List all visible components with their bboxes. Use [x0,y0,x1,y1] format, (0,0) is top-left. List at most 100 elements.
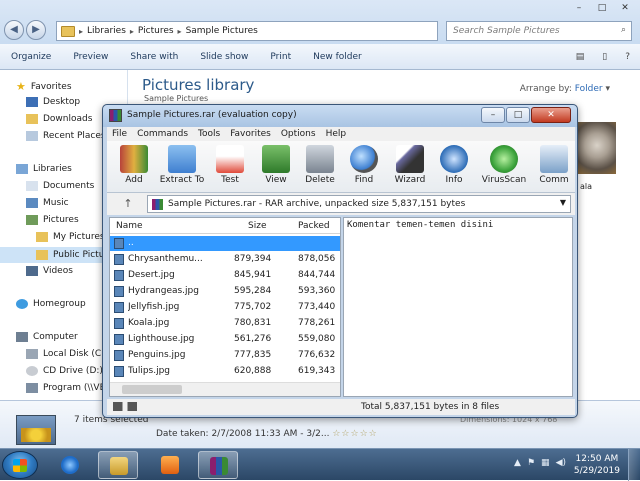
book-icon [262,145,290,173]
nav-my-pictures[interactable]: My Pictures [36,232,105,242]
maximize-button[interactable]: □ [506,107,530,123]
clock[interactable]: 12:50 AM 5/29/2019 [574,453,620,477]
column-size[interactable]: Size [248,221,266,231]
row-packed: 778,261 [298,318,336,328]
back-button[interactable]: ◀ [4,20,24,40]
minimize-button[interactable]: – [568,1,590,15]
table-row[interactable]: Hydrangeas.jpg 595,284 593,360 [110,284,340,299]
new-folder-button[interactable]: New folder [302,52,373,62]
koala-thumbnail[interactable] [578,122,616,174]
taskbar-ie[interactable] [50,451,90,479]
cd-icon [26,366,38,376]
add-button[interactable]: Add [111,143,157,191]
arrange-by[interactable]: Arrange by: Folder ▾ [520,84,610,94]
scrollbar-thumb[interactable] [122,385,182,394]
nav-local-disk[interactable]: Local Disk (C:) [26,349,108,359]
nav-favorites[interactable]: ★ Favorites [16,80,72,93]
column-name[interactable]: Name [116,221,143,231]
search-icon[interactable]: ⌕ [621,25,626,35]
menu-help[interactable]: Help [321,129,352,139]
delete-button[interactable]: Delete [297,143,343,191]
nav-videos[interactable]: Videos [26,266,73,276]
table-row[interactable]: Koala.jpg 780,831 778,261 [110,316,340,331]
maximize-button[interactable]: □ [591,1,613,15]
chevron-right-icon: ▸ [129,26,134,36]
preview-button[interactable]: Preview [62,52,119,62]
nav-computer[interactable]: Computer [16,332,78,342]
rating-stars[interactable]: ☆☆☆☆☆ [332,429,377,439]
nav-libraries[interactable]: Libraries [16,164,72,174]
table-row[interactable]: Tulips.jpg 620,888 619,343 [110,364,340,379]
table-row[interactable]: .. [110,236,340,251]
extract-to-button[interactable]: Extract To [159,143,205,191]
menu-favorites[interactable]: Favorites [225,129,276,139]
preview-pane-icon[interactable]: ▯ [602,52,607,62]
menu-tools[interactable]: Tools [193,129,225,139]
view-options-icon[interactable]: ▤ [576,52,585,62]
row-packed: 878,056 [298,254,336,264]
start-button[interactable] [2,451,38,479]
table-row[interactable]: Jellyfish.jpg 775,702 773,440 [110,300,340,315]
search-input[interactable]: Search Sample Pictures ⌕ [446,21,632,41]
wizard-button[interactable]: Wizard [387,143,433,191]
nav-documents[interactable]: Documents [26,181,94,191]
column-packed[interactable]: Packed [298,221,330,231]
nav-label: Downloads [43,114,93,124]
row-size: 780,831 [234,318,272,328]
taskbar-explorer[interactable] [98,451,138,479]
comment-button[interactable]: Comm [531,143,575,191]
breadcrumb-pictures[interactable]: Pictures [138,26,174,36]
address-box[interactable]: ▸ Libraries ▸ Pictures ▸ Sample Pictures [56,21,438,41]
close-button[interactable]: ✕ [531,107,571,123]
breadcrumb-libraries[interactable]: Libraries [87,26,126,36]
menu-options[interactable]: Options [276,129,321,139]
taskbar-winrar[interactable] [198,451,238,479]
view-button[interactable]: View [253,143,299,191]
print-button[interactable]: Print [259,52,302,62]
drive-icon [26,349,38,359]
drive-key-icon[interactable] [113,402,137,411]
nav-desktop[interactable]: Desktop [26,97,80,107]
network-icon[interactable]: ▦ [541,458,550,468]
volume-icon[interactable]: ◀) [556,458,566,468]
share-with-button[interactable]: Share with [119,52,189,62]
horizontal-scrollbar[interactable] [110,382,340,396]
nav-recent-places[interactable]: Recent Places [26,131,106,141]
nav-homegroup[interactable]: Homegroup [16,299,86,309]
show-hidden-icons-icon[interactable]: ▲ [514,458,521,468]
books-icon [120,145,148,173]
up-arrow-icon[interactable]: ↑ [113,197,143,211]
nav-music[interactable]: Music [26,198,69,208]
nav-label: Desktop [43,97,81,107]
menu-file[interactable]: File [107,129,132,139]
winrar-titlebar[interactable]: Sample Pictures.rar (evaluation copy) – … [103,105,577,127]
table-row[interactable]: Chrysanthemu... 879,394 878,056 [110,252,340,267]
slide-show-button[interactable]: Slide show [189,52,259,62]
organize-button[interactable]: Organize [0,52,62,62]
find-button[interactable]: Find [341,143,387,191]
menu-commands[interactable]: Commands [132,129,193,139]
info-button[interactable]: Info [431,143,477,191]
table-row[interactable]: Penguins.jpg 777,835 776,632 [110,348,340,363]
forward-button[interactable]: ▶ [26,20,46,40]
minimize-button[interactable]: – [481,107,505,123]
nav-downloads[interactable]: Downloads [26,114,92,124]
nav-pictures[interactable]: Pictures [26,215,79,225]
chevron-down-icon[interactable]: ▼ [560,198,566,207]
breadcrumb-sample-pictures[interactable]: Sample Pictures [186,26,258,36]
arrange-value[interactable]: Folder [575,84,603,94]
close-button[interactable]: ✕ [614,1,636,15]
help-icon[interactable]: ? [625,52,630,62]
path-dropdown[interactable]: Sample Pictures.rar - RAR archive, unpac… [147,195,571,213]
show-desktop-button[interactable] [628,449,640,481]
image-file-icon [114,366,124,377]
test-button[interactable]: Test [207,143,253,191]
virusscan-button[interactable]: VirusScan [481,143,527,191]
nav-program-share[interactable]: Program (\\VB [26,383,106,393]
nav-cd-drive[interactable]: CD Drive (D:) V [26,366,112,376]
table-row[interactable]: Desert.jpg 845,941 844,744 [110,268,340,283]
videos-icon [26,266,38,276]
taskbar-media-player[interactable] [150,451,190,479]
table-row[interactable]: Lighthouse.jpg 561,276 559,080 [110,332,340,347]
flag-icon[interactable]: ⚑ [527,458,535,468]
